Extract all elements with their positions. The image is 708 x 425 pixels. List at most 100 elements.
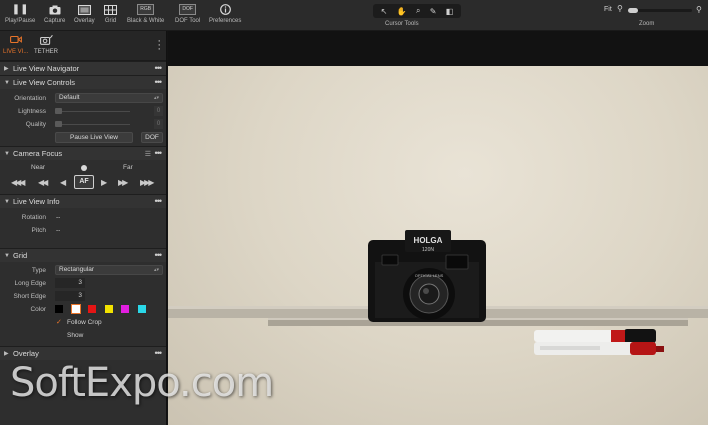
- play-pause-button[interactable]: ❚❚ Play/Pause: [5, 3, 35, 30]
- overlay-section-header[interactable]: ▶ Overlay •••: [0, 346, 166, 360]
- quality-value[interactable]: 0: [154, 119, 163, 129]
- focus-fwd-small-button[interactable]: ▶: [101, 178, 107, 187]
- dof-icon: DOF: [179, 4, 196, 15]
- tab-tether[interactable]: TETHER: [34, 34, 58, 55]
- lightness-slider-knob[interactable]: [55, 108, 62, 114]
- chevron-down-icon: ▼: [4, 198, 10, 205]
- capture-button[interactable]: Capture: [44, 3, 65, 30]
- info-section-header[interactable]: ▼ Live View Info •••: [0, 194, 166, 208]
- viewer-top-bar: [168, 31, 708, 66]
- color-swatch[interactable]: [104, 305, 113, 313]
- camera-scene: HOLGA 120N OPTICAL LENS: [168, 230, 708, 355]
- overlay-button[interactable]: Overlay: [74, 3, 95, 30]
- color-swatch[interactable]: [121, 305, 129, 313]
- grid-color-row: Color: [0, 303, 166, 316]
- rotation-row: Rotation --: [21, 214, 61, 221]
- zoom-slider-knob[interactable]: [628, 8, 638, 13]
- pitch-row: Pitch --: [31, 227, 61, 234]
- panel-tabs: LIVE VI... TETHER · · ·: [0, 31, 166, 61]
- show-row[interactable]: Show: [0, 329, 166, 342]
- zoom-cursor-icon[interactable]: ⌕: [416, 6, 420, 16]
- pause-icon: ❚❚: [11, 4, 29, 15]
- overlay-icon: [77, 3, 91, 16]
- chevron-right-icon: ▶: [4, 66, 9, 72]
- rgb-icon: RGB: [137, 4, 155, 15]
- quality-slider-knob[interactable]: [55, 121, 62, 127]
- lightness-value[interactable]: 0: [154, 106, 163, 116]
- zoom-out-icon[interactable]: ⚲: [617, 4, 623, 13]
- more-options-icon[interactable]: •••: [155, 348, 163, 358]
- tool-panel: LIVE VI... TETHER · · · ▶ Live View Naviga…: [0, 31, 167, 425]
- select-cursor-icon[interactable]: ↖: [381, 7, 388, 16]
- info-icon: [219, 3, 231, 16]
- camera-brand-text: HOLGA: [414, 236, 443, 245]
- zoom-fit-button[interactable]: Fit: [604, 6, 612, 13]
- navigator-section-header[interactable]: ▶ Live View Navigator •••: [0, 61, 166, 75]
- dof-tool-button[interactable]: DOF DOF Tool: [175, 3, 200, 30]
- more-options-icon[interactable]: •••: [155, 77, 163, 87]
- follow-crop-row[interactable]: ✓ Follow Crop: [0, 316, 166, 329]
- long-edge-row: Long Edge 3: [0, 277, 166, 290]
- chevron-down-icon: ▼: [4, 79, 10, 86]
- pause-row: Pause Live View DOF: [0, 131, 166, 146]
- dropdown-arrow-icon: ▴▾: [153, 95, 159, 101]
- more-options-icon[interactable]: •••: [155, 196, 163, 206]
- lightness-slider-track[interactable]: [55, 111, 130, 112]
- chevron-right-icon: ▶: [4, 351, 9, 357]
- focus-range: Near Far: [31, 164, 133, 171]
- live-view-viewer[interactable]: HOLGA 120N OPTICAL LENS: [168, 31, 708, 425]
- autofocus-button[interactable]: AF: [74, 175, 94, 189]
- focus-back-small-button[interactable]: ◀: [60, 178, 66, 187]
- focus-back-medium-button[interactable]: ◀◀: [38, 178, 48, 187]
- picker-icon[interactable]: ✎: [430, 7, 437, 16]
- color-swatch[interactable]: [55, 305, 63, 313]
- tab-live-view[interactable]: LIVE VI...: [3, 35, 28, 55]
- grid-type-row: Type Rectangular ▴▾: [0, 264, 166, 277]
- controls-section-header[interactable]: ▼ Live View Controls •••: [0, 75, 166, 89]
- black-white-button[interactable]: RGB Black & White: [127, 3, 164, 30]
- more-options-icon[interactable]: •••: [155, 250, 163, 260]
- orientation-select[interactable]: Default ▴▾: [55, 93, 163, 103]
- dof-button[interactable]: DOF: [141, 132, 163, 143]
- grid-section-header[interactable]: ▼ Grid •••: [0, 248, 166, 262]
- quality-slider-track[interactable]: [55, 124, 130, 125]
- focus-fwd-large-button[interactable]: ▶▶▶: [140, 178, 155, 187]
- cursor-tools-group: ↖ ✋ ⌕ ✎ ◧: [373, 4, 461, 18]
- grid-type-select[interactable]: Rectangular ▴▾: [55, 265, 163, 275]
- pause-live-view-button[interactable]: Pause Live View: [55, 132, 133, 143]
- zoom-slider[interactable]: [628, 8, 692, 13]
- short-edge-row: Short Edge 3: [0, 290, 166, 303]
- live-view-image[interactable]: HOLGA 120N OPTICAL LENS: [168, 66, 708, 425]
- main-toolbar: ❚❚ Play/Pause Capture Overlay Grid RGB B…: [0, 0, 708, 31]
- focus-controls: ◀◀◀ ◀◀ ◀ AF ▶ ▶▶ ▶▶▶: [0, 174, 166, 192]
- color-swatch[interactable]: [88, 305, 96, 313]
- list-icon[interactable]: ☰: [145, 150, 151, 158]
- more-options-icon[interactable]: •••: [155, 63, 163, 73]
- chevron-down-icon: ▼: [4, 150, 10, 157]
- panel-menu-icon[interactable]: · · ·: [157, 36, 161, 55]
- checkmark-icon[interactable]: ✓: [56, 318, 62, 326]
- lens-text: OPTICAL LENS: [415, 273, 444, 278]
- lightness-row: Lightness 0: [0, 105, 166, 118]
- more-options-icon[interactable]: •••: [155, 148, 163, 158]
- color-swatch[interactable]: [137, 305, 146, 313]
- focus-fwd-medium-button[interactable]: ▶▶: [118, 178, 128, 187]
- focus-position-indicator[interactable]: [81, 165, 87, 171]
- chevron-down-icon: ▼: [4, 252, 10, 259]
- camera-icon: [49, 3, 61, 16]
- orientation-row: Orientation Default ▴▾: [0, 92, 166, 105]
- grid-button[interactable]: Grid: [104, 3, 117, 30]
- dropdown-arrow-icon: ▴▾: [153, 267, 159, 273]
- preferences-button[interactable]: Preferences: [209, 3, 241, 30]
- short-edge-input[interactable]: 3: [55, 291, 85, 301]
- tethered-camera-icon: [39, 34, 53, 47]
- focus-section-header[interactable]: ▼ Camera Focus ☰ •••: [0, 146, 166, 160]
- compare-icon[interactable]: ◧: [446, 7, 454, 16]
- zoom-in-icon[interactable]: ⚲: [696, 5, 702, 14]
- grid-icon: [104, 3, 117, 16]
- long-edge-input[interactable]: 3: [55, 278, 85, 288]
- focus-back-large-button[interactable]: ◀◀◀: [11, 178, 26, 187]
- pan-hand-icon[interactable]: ✋: [397, 7, 407, 16]
- quality-row: Quality 0: [0, 118, 166, 131]
- color-swatch[interactable]: [70, 304, 81, 314]
